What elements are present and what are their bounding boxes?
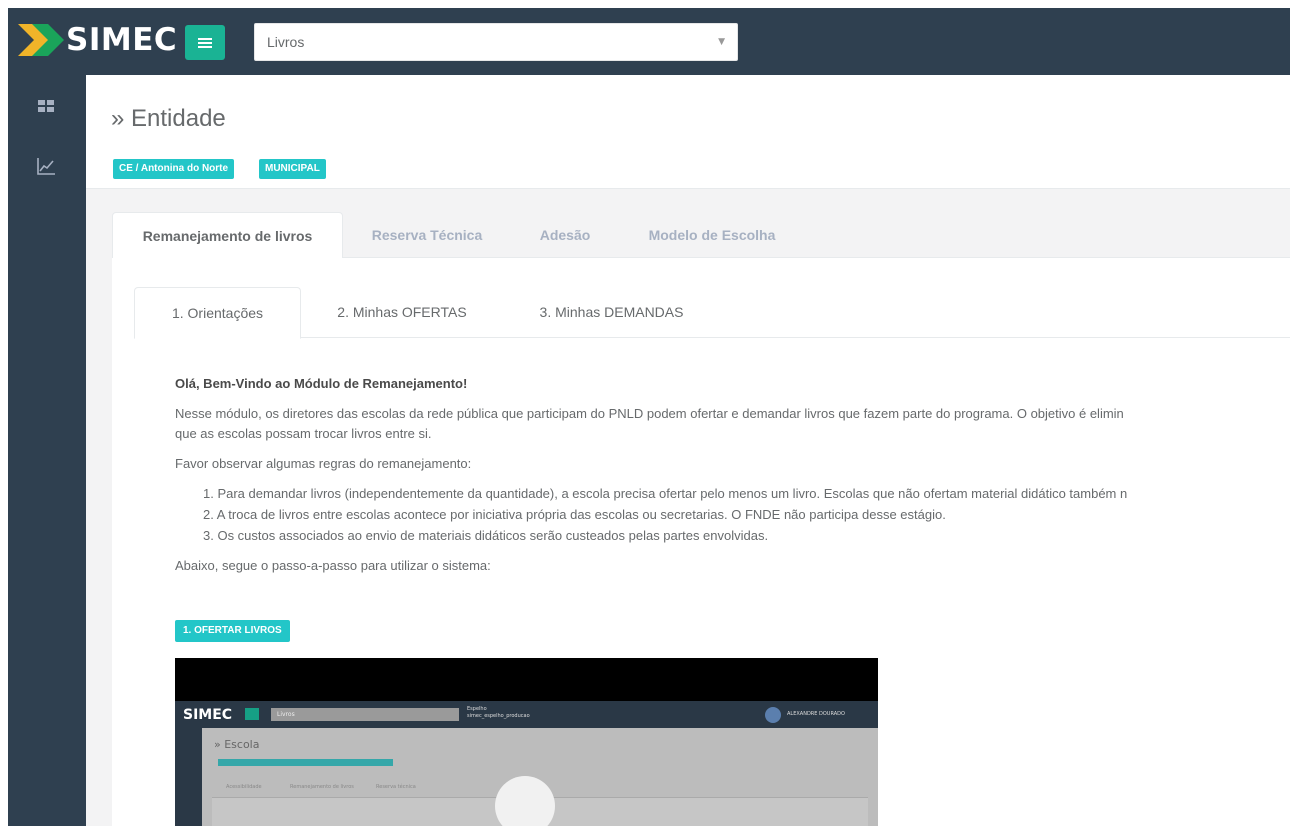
video-info: Espelho simec_espelho_producao bbox=[467, 706, 530, 720]
video-menu-icon bbox=[245, 708, 259, 720]
page-heading: » Entidade CE / Antonina do Norte MUNICI… bbox=[86, 75, 1290, 189]
tab-remanejamento[interactable]: Remanejamento de livros bbox=[112, 212, 343, 259]
video-tab: Remanejamento de livros bbox=[290, 784, 354, 790]
logo-text: SIMEC bbox=[66, 22, 178, 58]
scope-badge: MUNICIPAL bbox=[259, 159, 326, 179]
ofertar-livros-button[interactable]: 1. OFERTAR LIVROS bbox=[175, 620, 290, 642]
video-username: ALEXANDRE DOURADO bbox=[787, 711, 845, 717]
tab-minhas-demandas[interactable]: 3. Minhas DEMANDAS bbox=[524, 287, 699, 338]
main-content: » Entidade CE / Antonina do Norte MUNICI… bbox=[86, 75, 1290, 826]
tab-orientacoes[interactable]: 1. Orientações bbox=[134, 287, 301, 339]
chart-line-icon[interactable] bbox=[35, 155, 57, 177]
welcome-heading: Olá, Bem-Vindo ao Módulo de Remanejament… bbox=[175, 376, 468, 391]
video-avatar bbox=[765, 707, 781, 723]
intro-text-line1: Nesse módulo, os diretores das escolas d… bbox=[175, 406, 1124, 421]
inner-tabbar: 1. Orientações 2. Minhas OFERTAS 3. Minh… bbox=[134, 287, 1290, 339]
system-select[interactable]: Livros ▼ bbox=[254, 23, 738, 61]
location-badge: CE / Antonina do Norte bbox=[113, 159, 235, 179]
chevron-down-icon: ▼ bbox=[718, 37, 725, 47]
hamburger-icon bbox=[198, 37, 212, 48]
video-select: Livros bbox=[271, 708, 459, 721]
page-title: » Entidade bbox=[111, 105, 226, 132]
grid-icon[interactable] bbox=[35, 95, 57, 117]
intro-text-line2: que as escolas possam trocar livros entr… bbox=[175, 426, 432, 441]
tab-adesao[interactable]: Adesão bbox=[530, 212, 600, 258]
video-sidebar bbox=[175, 728, 202, 826]
system-select-value: Livros bbox=[267, 34, 305, 50]
steps-heading: Abaixo, segue o passo-a-passo para utili… bbox=[175, 558, 491, 573]
tutorial-video[interactable]: SIMEC Livros Espelho simec_espelho_produ… bbox=[175, 658, 878, 826]
rule-item: 1. Para demandar livros (independentemen… bbox=[203, 486, 1128, 501]
app-frame: SIMEC Livros ▼ » Entidade CE / Antonina … bbox=[8, 8, 1290, 826]
rule-item: 3. Os custos associados ao envio de mate… bbox=[203, 528, 769, 543]
video-tab: Acessibilidade bbox=[226, 784, 262, 790]
top-navbar: SIMEC Livros ▼ bbox=[8, 8, 1290, 75]
logo-arrow-icon bbox=[18, 24, 64, 56]
simec-logo[interactable]: SIMEC bbox=[18, 22, 177, 58]
menu-toggle-button[interactable] bbox=[185, 25, 225, 60]
video-info-line: simec_espelho_producao bbox=[467, 713, 530, 719]
tab-modelo-escolha[interactable]: Modelo de Escolha bbox=[632, 212, 792, 258]
video-topbar: SIMEC Livros Espelho simec_espelho_produ… bbox=[175, 701, 878, 728]
tab-panel: 1. Orientações 2. Minhas OFERTAS 3. Minh… bbox=[112, 258, 1290, 826]
video-tab: Reserva técnica bbox=[376, 784, 416, 790]
rules-heading: Favor observar algumas regras do remanej… bbox=[175, 456, 472, 471]
video-logo: SIMEC bbox=[183, 707, 233, 723]
rule-item: 2. A troca de livros entre escolas acont… bbox=[203, 507, 946, 522]
video-info-line: Espelho bbox=[467, 706, 487, 712]
tab-reserva-tecnica[interactable]: Reserva Técnica bbox=[362, 212, 492, 258]
tab-minhas-ofertas[interactable]: 2. Minhas OFERTAS bbox=[324, 287, 480, 338]
sidebar bbox=[8, 75, 86, 826]
tabs-container: Remanejamento de livros Reserva Técnica … bbox=[112, 212, 1290, 826]
main-tabbar: Remanejamento de livros Reserva Técnica … bbox=[112, 212, 1290, 259]
video-badges bbox=[218, 759, 393, 766]
video-page-title: » Escola bbox=[214, 738, 260, 751]
